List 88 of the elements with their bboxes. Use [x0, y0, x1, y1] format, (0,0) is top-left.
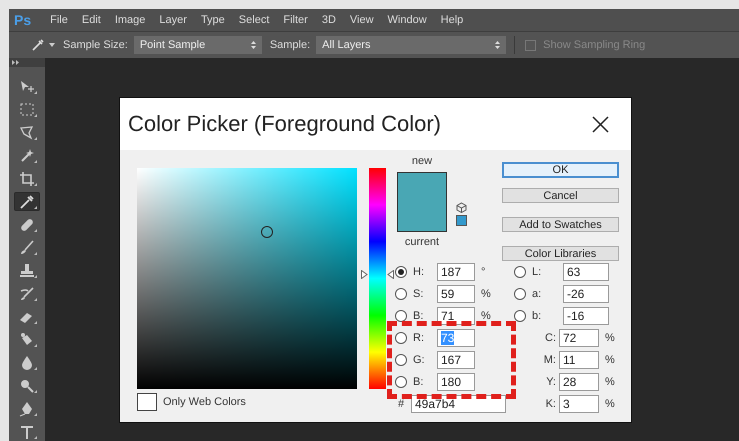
menu-item[interactable]: View — [342, 14, 381, 26]
close-icon[interactable] — [592, 116, 609, 132]
field-label: a: — [531, 288, 542, 300]
input-field[interactable]: 28 — [559, 373, 599, 391]
field-label: B: — [412, 376, 424, 388]
new-label: new — [412, 154, 432, 168]
unit-label: % — [605, 376, 615, 388]
dialog-button[interactable]: OK — [502, 162, 619, 178]
brush-icon — [18, 238, 36, 256]
radio-button[interactable] — [514, 266, 526, 278]
menu-item[interactable]: Layer — [152, 14, 194, 26]
caret-icon[interactable] — [49, 43, 55, 47]
input-field[interactable]: 11 — [559, 351, 599, 369]
checkbox[interactable] — [137, 393, 157, 411]
menu-item[interactable]: Window — [380, 14, 434, 26]
menu-item[interactable]: Help — [434, 14, 470, 26]
radio-button[interactable] — [395, 310, 407, 322]
input-field[interactable]: 72 — [559, 329, 599, 347]
dialog-button[interactable]: Add to Swatches — [502, 217, 619, 232]
input-field[interactable]: 3 — [559, 395, 599, 413]
radio-button[interactable] — [514, 310, 526, 322]
sample-dropdown[interactable]: All Layers — [316, 36, 506, 54]
field-label: B: — [412, 310, 424, 322]
lasso-icon — [18, 124, 36, 142]
web-safe-swatch-icon[interactable] — [456, 215, 467, 226]
field-label: b: — [531, 310, 542, 322]
field-label: C: — [544, 332, 557, 344]
menu-item[interactable]: Select — [232, 14, 276, 26]
stamp-icon — [18, 262, 36, 280]
sample-label: Sample: — [270, 39, 310, 51]
field-label: R: — [412, 332, 425, 344]
tool-button[interactable] — [14, 192, 40, 211]
color-marker[interactable] — [260, 226, 273, 238]
unit-label: % — [481, 288, 491, 300]
menu-item[interactable]: File — [43, 14, 75, 26]
spin-arrows-icon — [250, 41, 256, 49]
color-swatch — [397, 172, 447, 232]
field-label: H: — [412, 266, 425, 278]
marquee-icon — [18, 100, 36, 118]
unit-label: ° — [481, 266, 486, 278]
radio-button[interactable] — [395, 266, 407, 278]
radio-button[interactable] — [395, 332, 407, 344]
input-field[interactable]: -16 — [563, 307, 609, 325]
input-field[interactable]: 63 — [563, 263, 609, 281]
input-field[interactable]: 167 — [437, 351, 475, 369]
field-label: G: — [412, 354, 426, 366]
sample-size-dropdown[interactable]: Point Sample — [134, 36, 262, 54]
hex-field[interactable]: 49a7b4 — [411, 395, 506, 413]
dialog-title: Color Picker (Foreground Color) — [128, 111, 441, 137]
collapse-icon[interactable] — [12, 60, 19, 65]
input-field[interactable]: 180 — [437, 373, 475, 391]
radio-button[interactable] — [514, 288, 526, 300]
crop-icon — [18, 170, 36, 188]
input-field[interactable]: 59 — [437, 285, 475, 303]
checkbox-label[interactable]: Only Web Colors — [163, 396, 246, 408]
field-label: M: — [542, 354, 557, 366]
field-label: L: — [531, 266, 542, 278]
cube-icon[interactable] — [456, 202, 467, 213]
eyedropper-icon[interactable] — [31, 38, 45, 52]
input-field[interactable]: 187 — [437, 263, 475, 281]
menu-item[interactable]: Type — [194, 14, 232, 26]
app-logo: Ps — [14, 12, 32, 28]
sample-size-label: Sample Size: — [63, 39, 128, 51]
field-label: K: — [544, 398, 557, 410]
hex-label: # — [398, 398, 406, 410]
menu-item[interactable]: Filter — [276, 14, 315, 26]
dialog-button[interactable]: Cancel — [502, 188, 619, 203]
hue-slider[interactable] — [361, 168, 394, 389]
unit-label: % — [481, 310, 491, 322]
radio-button[interactable] — [395, 354, 407, 366]
current-label: current — [404, 235, 440, 249]
field-label: Y: — [545, 376, 557, 388]
spin-arrows-icon — [495, 41, 500, 49]
radio-button[interactable] — [395, 288, 407, 300]
hue-slider-thumb[interactable] — [361, 270, 394, 280]
menu-item[interactable]: Image — [108, 14, 152, 26]
input-field[interactable]: -26 — [563, 285, 609, 303]
menu-item[interactable]: Edit — [74, 14, 108, 26]
history-brush-icon — [18, 284, 36, 302]
eyedropper-icon — [18, 192, 36, 210]
radio-button[interactable] — [395, 376, 407, 388]
unit-label: % — [605, 398, 615, 410]
menu-item[interactable]: 3D — [314, 14, 343, 26]
field-label: S: — [412, 288, 424, 300]
unit-label: % — [605, 354, 615, 366]
unit-label: % — [605, 332, 615, 344]
color-field[interactable] — [137, 168, 357, 389]
dialog-button[interactable]: Color Libraries — [502, 246, 619, 261]
